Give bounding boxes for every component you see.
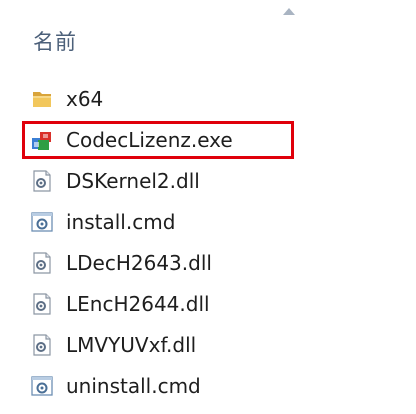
folder-icon xyxy=(30,87,54,111)
dll-gear-icon xyxy=(30,333,54,357)
file-name: LMVYUVxf.dll xyxy=(66,333,197,357)
list-item[interactable]: LMVYUVxf.dll xyxy=(30,328,390,362)
dll-gear-icon xyxy=(30,169,54,193)
file-name: install.cmd xyxy=(66,210,176,234)
list-item[interactable]: uninstall.cmd xyxy=(30,369,390,403)
cmd-gear-icon xyxy=(30,374,54,398)
cmd-gear-icon xyxy=(30,210,54,234)
column-header: 名前 xyxy=(0,0,416,70)
dll-gear-icon xyxy=(30,292,54,316)
list-item[interactable]: DSKernel2.dll xyxy=(30,164,390,198)
file-name: DSKernel2.dll xyxy=(66,169,200,193)
exe-app-icon xyxy=(30,128,54,152)
list-item[interactable]: install.cmd xyxy=(30,205,390,239)
file-name: LDecH2643.dll xyxy=(66,251,212,275)
file-name: LEncH2644.dll xyxy=(66,292,210,316)
file-name: CodecLizenz.exe xyxy=(66,128,233,152)
sort-ascending-icon xyxy=(283,8,295,15)
file-name: x64 xyxy=(66,87,104,111)
list-item[interactable]: CodecLizenz.exe xyxy=(30,123,390,157)
list-item[interactable]: LDecH2643.dll xyxy=(30,246,390,280)
file-name: uninstall.cmd xyxy=(66,374,201,398)
list-item[interactable]: x64 xyxy=(30,82,390,116)
dll-gear-icon xyxy=(30,251,54,275)
list-item[interactable]: LEncH2644.dll xyxy=(30,287,390,321)
name-column-header[interactable]: 名前 xyxy=(33,26,77,56)
